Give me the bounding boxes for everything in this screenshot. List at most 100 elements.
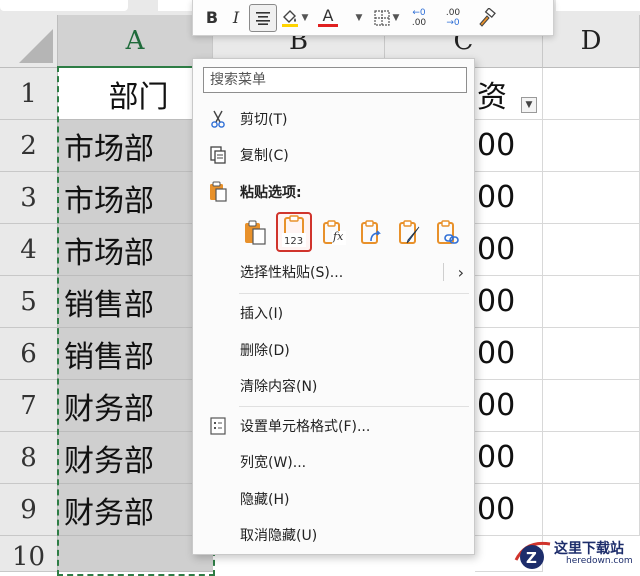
copy-icon [207, 144, 229, 166]
cell-c5[interactable]: 00 [475, 276, 543, 328]
decrease-decimal-button[interactable]: .00 →0 [437, 5, 469, 31]
cell-c7[interactable]: 00 [475, 380, 543, 432]
row-header-8[interactable]: 8 [0, 432, 58, 484]
menu-item-delete[interactable]: 删除(D) [193, 335, 474, 365]
watermark-url: heredown.com [566, 556, 633, 566]
row-header-10[interactable]: 10 [0, 536, 58, 572]
fill-color-button[interactable]: ▼ [279, 5, 309, 31]
cell-c6[interactable]: 00 [475, 328, 543, 380]
font-color-button[interactable]: A [311, 5, 345, 31]
cell-d3[interactable] [543, 172, 640, 224]
cell-a2[interactable]: 市场部 [58, 120, 213, 172]
row-header-7[interactable]: 7 [0, 380, 58, 432]
formula-bar-edge[interactable] [158, 0, 192, 11]
paste-transpose-button[interactable] [357, 217, 387, 249]
font-color-caret-icon[interactable]: ▼ [347, 5, 369, 31]
menu-item-copy[interactable]: 复制(C) [193, 140, 474, 170]
watermark-logo-icon: Z [514, 541, 551, 569]
menu-item-column-width[interactable]: 列宽(W)... [193, 447, 474, 477]
cell-d2[interactable] [543, 120, 640, 172]
context-menu: 搜索菜单 剪切(T) 复制(C) 粘贴选项: 123 fx 选择性粘贴(S)..… [192, 58, 475, 555]
cell-a6[interactable]: 销售部 [58, 328, 213, 380]
cell-d5[interactable] [543, 276, 640, 328]
cell-d1[interactable] [543, 68, 640, 120]
cell-a1[interactable]: 部门 [58, 68, 213, 120]
paint-bucket-icon [281, 9, 298, 27]
row-header-4[interactable]: 4 [0, 224, 58, 276]
fill-color-caret-icon[interactable]: ▼ [302, 13, 309, 23]
menu-item-cut[interactable]: 剪切(T) [193, 104, 474, 134]
row-header-6[interactable]: 6 [0, 328, 58, 380]
filter-dropdown-button[interactable]: ▼ [521, 97, 537, 113]
menu-item-paste-special[interactable]: 选择性粘贴(S)... › [193, 257, 474, 287]
borders-button[interactable]: ▼ [371, 5, 401, 31]
paste-transpose-icon [361, 220, 381, 244]
row-header-2[interactable]: 2 [0, 120, 58, 172]
cell-d9[interactable] [543, 484, 640, 536]
cell-d6[interactable] [543, 328, 640, 380]
increase-decimal-button[interactable]: ←0 .00 [403, 5, 435, 31]
format-cells-icon [207, 415, 229, 437]
menu-item-cut-label: 剪切(T) [240, 112, 288, 128]
row-header-5[interactable]: 5 [0, 276, 58, 328]
cell-c3[interactable]: 00 [475, 172, 543, 224]
menu-item-hide-label: 隐藏(H) [240, 492, 290, 508]
cell-d4[interactable] [543, 224, 640, 276]
menu-item-format-cells[interactable]: 设置单元格格式(F)... [193, 411, 474, 441]
cell-c8[interactable]: 00 [475, 432, 543, 484]
cell-c1-text: 资 [477, 79, 507, 115]
chevron-right-icon: › [457, 262, 464, 282]
cell-a5[interactable]: 销售部 [58, 276, 213, 328]
cell-d8[interactable] [543, 432, 640, 484]
center-align-button[interactable] [249, 3, 277, 32]
row-header-3[interactable]: 3 [0, 172, 58, 224]
menu-item-copy-label: 复制(C) [240, 148, 289, 164]
italic-button[interactable]: I [225, 5, 247, 31]
paste-values-badge: 123 [284, 236, 304, 247]
watermark-text: 这里下载站 [554, 541, 624, 557]
row-header-9[interactable]: 9 [0, 484, 58, 536]
menu-item-unhide[interactable]: 取消隐藏(U) [193, 520, 474, 550]
paste-link-button[interactable] [433, 217, 463, 249]
cell-c4[interactable]: 00 [475, 224, 543, 276]
font-color-letter: A [322, 6, 334, 25]
borders-caret-icon[interactable]: ▼ [393, 13, 400, 23]
menu-item-paste-special-label: 选择性粘贴(S)... [240, 265, 344, 281]
cell-a7[interactable]: 财务部 [58, 380, 213, 432]
format-painter-button[interactable] [471, 5, 501, 31]
paste-values-button[interactable]: 123 [276, 212, 312, 252]
column-header-a[interactable]: A [58, 15, 213, 68]
cell-a3[interactable]: 市场部 [58, 172, 213, 224]
cell-a9[interactable]: 财务部 [58, 484, 213, 536]
paste-link-icon [437, 220, 459, 244]
formula-bar-edge-right[interactable] [556, 0, 640, 11]
increase-decimal-bottom: .00 [411, 17, 427, 28]
filter-arrow-icon: ▼ [525, 100, 533, 110]
menu-item-hide[interactable]: 隐藏(H) [193, 484, 474, 514]
paste-default-button[interactable] [240, 217, 270, 249]
name-box-edge[interactable] [0, 0, 128, 11]
row-header-1[interactable]: 1 [0, 68, 58, 120]
bold-button[interactable]: B [201, 5, 223, 31]
column-header-d[interactable]: D [543, 15, 640, 68]
paste-formulas-button[interactable]: fx [319, 217, 349, 249]
cell-c9[interactable]: 00 [475, 484, 543, 536]
menu-item-clear-contents[interactable]: 清除内容(N) [193, 371, 474, 401]
cell-a10[interactable] [58, 536, 213, 572]
select-all-corner[interactable] [0, 15, 58, 68]
menu-item-insert-label: 插入(I) [240, 306, 284, 322]
menu-item-delete-label: 删除(D) [240, 343, 290, 359]
cell-c2[interactable]: 00 [475, 120, 543, 172]
cell-d7[interactable] [543, 380, 640, 432]
cell-a8[interactable]: 财务部 [58, 432, 213, 484]
paste-formulas-badge: fx [333, 230, 344, 243]
cell-a4[interactable]: 市场部 [58, 224, 213, 276]
menu-item-paste-options-label: 粘贴选项: [240, 185, 302, 201]
search-menu-input[interactable]: 搜索菜单 [203, 67, 467, 93]
menu-item-clear-contents-label: 清除内容(N) [240, 379, 318, 395]
menu-item-insert[interactable]: 插入(I) [193, 298, 474, 328]
paste-formatting-button[interactable] [395, 217, 425, 249]
decrease-decimal-top: .00 [445, 7, 461, 18]
menu-separator [239, 406, 469, 407]
increase-decimal-top: ←0 [412, 7, 426, 18]
